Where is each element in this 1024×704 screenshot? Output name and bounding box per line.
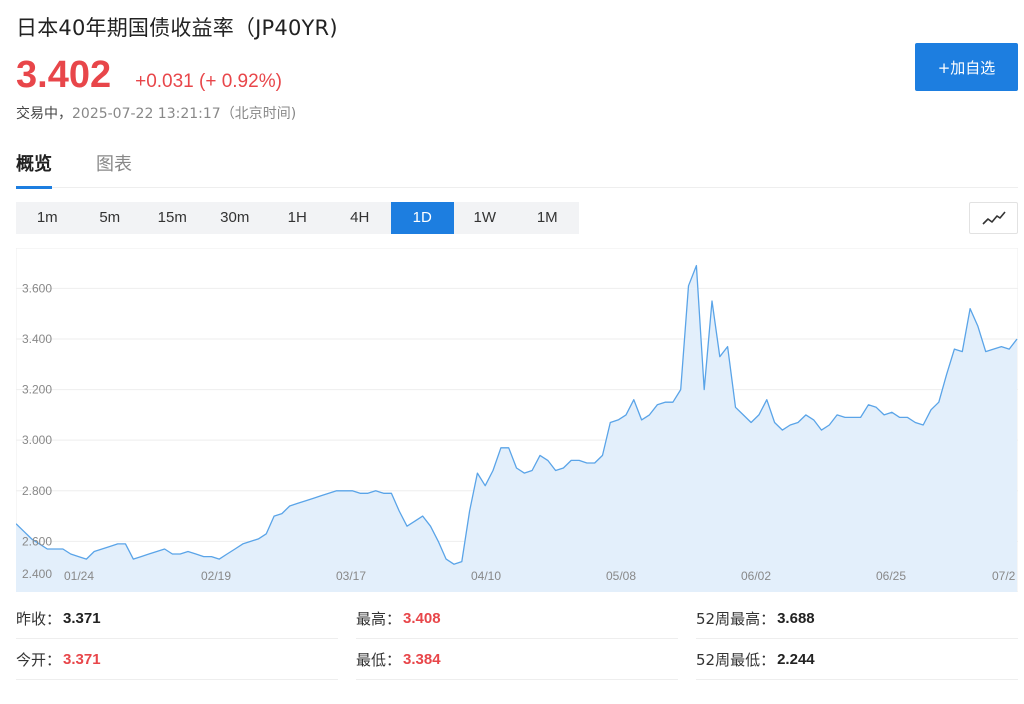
stat-value: 3.408 [403, 609, 441, 627]
tab-overview[interactable]: 概览 [16, 150, 52, 189]
period-4h[interactable]: 4H [329, 202, 392, 234]
stats-row: 今开： 3.371 最低： 3.384 52周最低： 2.244 [16, 639, 1018, 680]
line-chart-icon [981, 211, 1006, 225]
tab-chart[interactable]: 图表 [96, 150, 132, 188]
x-tick-label: 03/17 [336, 569, 366, 583]
y-tick-label: 3.600 [22, 281, 52, 295]
stats-row: 昨收： 3.371 最高： 3.408 52周最高： 3.688 [16, 598, 1018, 639]
x-tick-label: 06/25 [876, 569, 906, 583]
trading-status: 交易中，2025-07-22 13:21:17（北京时间) [16, 103, 296, 123]
stat-low: 最低： 3.384 [356, 639, 678, 680]
period-1mo[interactable]: 1M [516, 202, 579, 234]
stat-high: 最高： 3.408 [356, 598, 678, 639]
y-tick-label: 2.600 [22, 534, 52, 548]
stat-label: 52周最高： [696, 609, 776, 628]
stat-prev-close: 昨收： 3.371 [16, 598, 338, 639]
period-30m[interactable]: 30m [204, 202, 267, 234]
period-selector: 1m 5m 15m 30m 1H 4H 1D 1W 1M [16, 202, 579, 234]
x-tick-label: 07/2 [992, 569, 1016, 583]
stat-label: 最低： [356, 650, 402, 669]
period-1m[interactable]: 1m [16, 202, 79, 234]
stat-label: 今开： [16, 650, 62, 669]
y-tick-label: 3.200 [22, 383, 52, 397]
stat-value: 3.384 [403, 650, 441, 668]
period-1d[interactable]: 1D [391, 202, 454, 234]
stats-table: 昨收： 3.371 最高： 3.408 52周最高： 3.688 今开： 3.3… [16, 598, 1018, 680]
chart-type-button[interactable] [969, 202, 1018, 234]
timestamp: 2025-07-22 13:21:17（北京时间) [72, 106, 297, 122]
stat-open: 今开： 3.371 [16, 639, 338, 680]
stat-52w-low: 52周最低： 2.244 [696, 639, 1018, 680]
stat-label: 昨收： [16, 609, 62, 628]
page-title: 日本40年期国债收益率（JP40YR) [16, 16, 338, 40]
stat-value: 2.244 [777, 650, 815, 668]
quote-row: 3.402 +0.031 (+ 0.92%) [16, 54, 282, 97]
x-tick-label: 01/24 [64, 569, 94, 583]
stat-value: 3.688 [777, 609, 815, 627]
status-text: 交易中， [16, 106, 72, 122]
period-1h[interactable]: 1H [266, 202, 329, 234]
period-15m[interactable]: 15m [141, 202, 204, 234]
stat-label: 52周最低： [696, 650, 776, 669]
y-tick-label: 2.400 [22, 567, 52, 581]
stat-label: 最高： [356, 609, 402, 628]
tab-bar: 概览 图表 [16, 150, 1018, 189]
price-change: +0.031 (+ 0.92%) [135, 71, 282, 92]
period-1w[interactable]: 1W [454, 202, 517, 234]
stat-value: 3.371 [63, 609, 101, 627]
stat-value: 3.371 [63, 650, 101, 668]
y-tick-label: 3.000 [22, 433, 52, 447]
stat-52w-high: 52周最高： 3.688 [696, 598, 1018, 639]
y-tick-label: 2.800 [22, 484, 52, 498]
add-watchlist-button[interactable]: +加自选 [915, 43, 1018, 91]
x-tick-label: 05/08 [606, 569, 636, 583]
yield-chart: 2.400 2.600 2.800 3.000 3.200 3.400 3.600 01/24… [16, 248, 1018, 592]
x-tick-label: 02/19 [201, 569, 231, 583]
current-price: 3.402 [16, 54, 112, 96]
x-tick-label: 06/02 [741, 569, 771, 583]
x-tick-label: 04/10 [471, 569, 501, 583]
period-5m[interactable]: 5m [79, 202, 142, 234]
y-tick-label: 3.400 [22, 332, 52, 346]
